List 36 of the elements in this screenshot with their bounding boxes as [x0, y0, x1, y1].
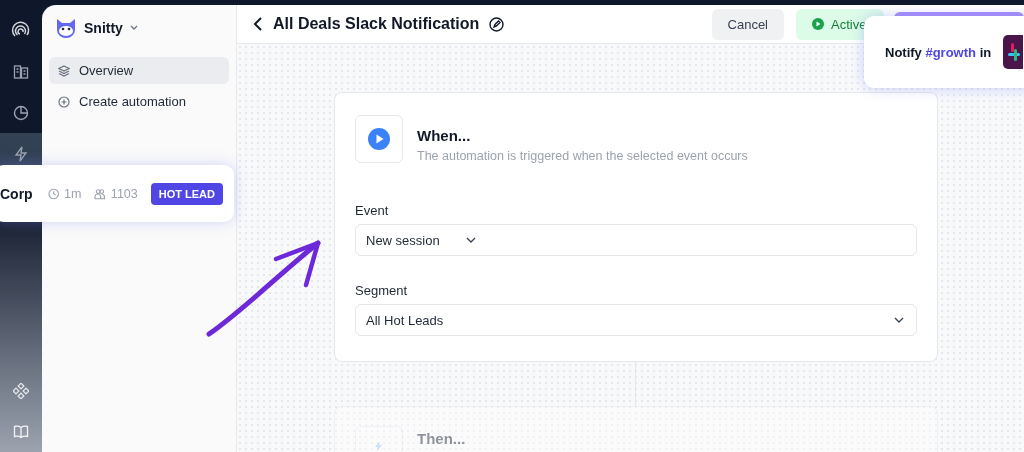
visitor-count: 1103 — [110, 186, 138, 201]
layers-icon — [58, 64, 70, 77]
card-title: Then... — [417, 430, 466, 447]
workspace-switcher[interactable]: Snitty — [49, 15, 229, 41]
notify-text: Notify #growth in — [885, 44, 992, 60]
company-name: Corp — [0, 185, 33, 202]
edit-icon[interactable] — [489, 16, 505, 32]
select-field[interactable]: New session — [355, 224, 917, 256]
play-icon — [812, 18, 824, 30]
chevron-down-icon — [129, 25, 138, 31]
hot-lead-badge: HOT LEAD — [150, 182, 223, 205]
chevron-down-icon — [894, 317, 904, 323]
plus-circle-icon — [58, 95, 70, 108]
play-icon — [368, 128, 390, 150]
app-logo-icon — [1003, 35, 1024, 69]
back-icon[interactable] — [253, 17, 263, 31]
nav-item[interactable]: Create automation — [49, 88, 229, 115]
cat-avatar-icon — [55, 18, 77, 38]
building-icon — [13, 63, 29, 80]
field-label: Event — [355, 203, 390, 218]
lightning-icon — [374, 441, 384, 451]
clock-icon — [47, 187, 60, 200]
book-icon — [13, 423, 29, 440]
nodes-icon — [13, 382, 29, 399]
cancel-button[interactable]: Cancel — [711, 8, 784, 40]
time-ago: 1m — [64, 186, 82, 201]
pie-chart-icon — [13, 104, 29, 121]
page-title: All Deals Slack Notification — [273, 15, 480, 33]
select-field[interactable]: All Hot Leads — [355, 304, 917, 336]
nav-item[interactable]: Overview — [49, 57, 229, 84]
chevron-down-icon — [466, 237, 476, 243]
field-label: Segment — [355, 283, 409, 298]
lightning-icon — [13, 145, 29, 162]
card-title: When... — [417, 127, 472, 144]
card-subtitle: The automation is triggered when the selected event occurs — [417, 149, 748, 163]
users-icon — [94, 187, 106, 200]
